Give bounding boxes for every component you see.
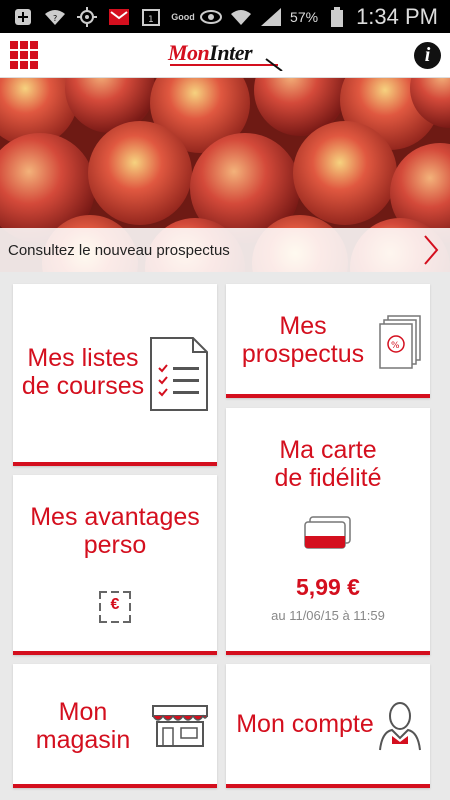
tile-prospectus-line2: prospectus [241,340,365,368]
store-icon [152,705,208,747]
eye-icon [200,7,223,27]
leaflet-icon: % [379,315,421,369]
banner-caption-bar[interactable]: Consultez le nouveau prospectus [0,228,450,272]
tile-my-store[interactable]: Mon magasin [13,664,217,788]
loyalty-card-icon [304,516,351,549]
tile-loyalty-card-line2: de fidélité [274,464,382,492]
checklist-icon [150,337,208,411]
tile-my-account[interactable]: Mon compte [226,664,430,788]
tile-my-store-line2: magasin [35,726,131,754]
wifi-question-icon: ? [44,7,66,27]
svg-text:?: ? [53,14,57,23]
news-notification-icon: Good [171,11,195,22]
tile-personal-offers-line1: Mes avantages [30,503,200,531]
wifi-icon [230,7,252,27]
calendar-icon: 1 [140,7,162,27]
tile-shopping-lists[interactable]: Mes listes de courses [13,284,217,466]
status-bar: ? 1 Good 57% 1:34 PM [0,0,450,33]
banner-caption: Consultez le nouveau prospectus [8,241,230,259]
tile-loyalty-card[interactable]: Ma carte de fidélité 5,99 € au 11/06/15 … [226,408,430,655]
svg-text:%: % [391,341,400,351]
mail-icon [108,7,130,27]
battery-icon [326,6,348,27]
app-bar: MonInter i [0,33,450,78]
tile-loyalty-card-line1: Ma carte [279,436,377,464]
signal-icon [260,7,282,27]
info-button[interactable]: i [414,42,441,69]
chevron-right-icon[interactable] [422,234,440,266]
tile-prospectus[interactable]: Mes prospectus % [226,284,430,398]
tile-shopping-lists-line1: Mes listes [27,344,139,372]
user-icon [379,702,421,751]
loyalty-balance: 5,99 € [296,574,360,600]
tile-personal-offers[interactable]: Mes avantages perso € [13,475,217,655]
svg-text:1: 1 [148,15,154,25]
tile-my-account-label: Mon compte [236,710,374,738]
battery-percent: 57% [290,8,319,25]
loyalty-balance-date: au 11/06/15 à 11:59 [271,608,385,623]
add-notification-icon [12,7,34,27]
menu-grid-icon[interactable] [10,41,38,69]
tile-shopping-lists-line2: de courses [21,372,145,400]
tile-my-store-line1: Mon [58,698,108,726]
clock: 1:34 PM [356,3,438,29]
euro-voucher-icon: € [99,591,131,623]
logo: MonInter [168,37,286,71]
gps-icon [76,6,98,27]
tile-prospectus-line1: Mes [279,312,327,340]
tile-personal-offers-line2: perso [83,531,147,559]
